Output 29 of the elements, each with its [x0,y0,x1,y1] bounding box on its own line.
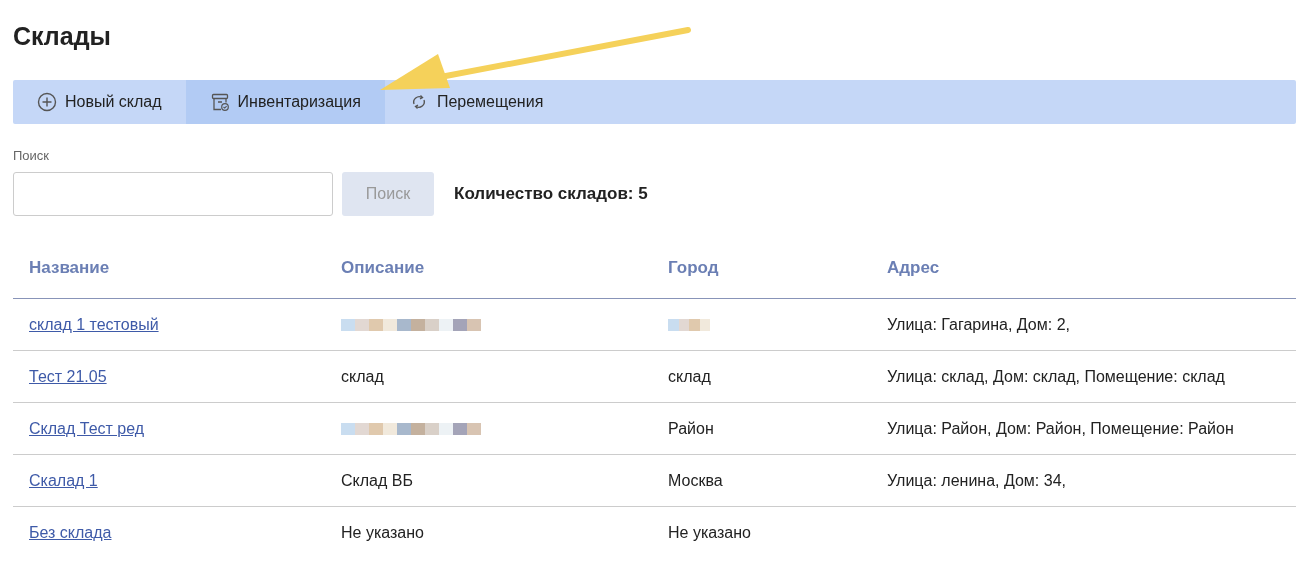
table-cell: Улица: склад, Дом: склад, Помещение: склад [887,367,1225,385]
table-cell: склад [341,367,384,385]
warehouse-count: Количество складов: 5 [454,184,648,204]
search-label: Поиск [13,148,50,163]
plus-circle-icon [37,92,57,112]
warehouse-link[interactable]: склад 1 тестовый [29,315,159,333]
table-cell: Улица: Район, Дом: Район, Помещение: Район [887,419,1234,437]
column-header[interactable]: Адрес [887,258,940,277]
table-cell: склад [668,367,711,385]
toolbar-button[interactable]: Новый склад [13,80,186,124]
toolbar-button[interactable]: Перемещения [384,80,568,124]
table-cell: Район [668,419,714,437]
table-cell: Улица: ленина, Дом: 34, [887,471,1066,489]
column-header[interactable]: Описание [341,258,425,277]
box-check-icon [209,92,230,112]
table-cell: Склад ВБ [341,471,413,489]
toolbar-button[interactable]: Инвентаризация [185,80,385,124]
table-cell: Не указано [341,523,424,541]
warehouse-link[interactable]: Склад Тест ред [29,419,145,437]
table-cell: Не указано [668,523,751,541]
search-field[interactable] [13,172,333,216]
page-title: Склады [13,21,111,52]
warehouse-link[interactable]: Скалад 1 [29,471,98,489]
table-cell: Улица: Гагарина, Дом: 2, [887,315,1070,333]
warehouse-link[interactable]: Без склада [29,523,112,541]
column-header[interactable]: Город [668,258,719,277]
warehouse-link[interactable]: Тест 21.05 [29,367,107,385]
table-cell: Москва [668,471,723,489]
column-header[interactable]: Название [29,258,110,277]
